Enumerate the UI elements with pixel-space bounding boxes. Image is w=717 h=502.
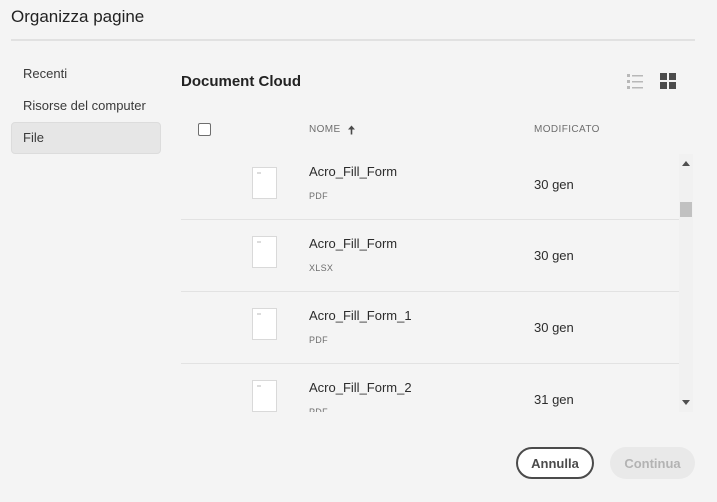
- file-type: PDF: [309, 191, 328, 201]
- file-list-scrollbar[interactable]: [679, 154, 693, 412]
- list-view-icon[interactable]: [626, 72, 644, 90]
- scroll-up-arrow-icon[interactable]: [682, 161, 690, 166]
- file-modified: 30 gen: [534, 320, 574, 335]
- view-toggle: [626, 72, 677, 90]
- file-modified: 31 gen: [534, 392, 574, 407]
- file-thumbnail: [252, 167, 277, 199]
- scrollbar-thumb[interactable]: [680, 202, 692, 217]
- table-row[interactable]: Acro_Fill_Form_1 PDF 30 gen: [181, 292, 679, 364]
- column-header-modified[interactable]: MODIFICATO: [534, 124, 600, 135]
- sort-ascending-icon: [347, 125, 355, 134]
- sidebar-item-recenti[interactable]: Recenti: [11, 58, 161, 90]
- file-type: PDF: [309, 335, 328, 345]
- select-all-checkbox[interactable]: [198, 123, 211, 136]
- column-header-name-label: NOME: [309, 124, 341, 135]
- section-title: Document Cloud: [181, 73, 301, 90]
- file-thumbnail: [252, 236, 277, 268]
- file-name: Acro_Fill_Form: [309, 164, 398, 179]
- sidebar: Recenti Risorse del computer File: [11, 58, 161, 154]
- file-modified: 30 gen: [534, 248, 574, 263]
- file-type: XLSX: [309, 263, 334, 273]
- file-modified: 30 gen: [534, 177, 574, 192]
- continue-button[interactable]: Continua: [610, 447, 695, 479]
- file-name: Acro_Fill_Form_1: [309, 308, 412, 323]
- title-divider: [11, 39, 695, 41]
- file-thumbnail: [252, 380, 277, 412]
- table-row[interactable]: Acro_Fill_Form PDF 30 gen: [181, 154, 679, 220]
- table-header: NOME MODIFICATO: [181, 116, 693, 146]
- file-list: Acro_Fill_Form PDF 30 gen Acro_Fill_Form…: [181, 154, 679, 412]
- sidebar-item-file[interactable]: File: [11, 122, 161, 154]
- dialog-title: Organizza pagine: [11, 7, 145, 26]
- column-header-name[interactable]: NOME: [309, 124, 356, 135]
- cancel-button[interactable]: Annulla: [516, 447, 594, 479]
- file-type: PDF: [309, 407, 328, 412]
- table-row[interactable]: Acro_Fill_Form_2 PDF 31 gen: [181, 364, 679, 412]
- file-name: Acro_Fill_Form_2: [309, 380, 412, 395]
- table-row[interactable]: Acro_Fill_Form XLSX 30 gen: [181, 220, 679, 292]
- file-name: Acro_Fill_Form: [309, 236, 398, 251]
- grid-view-icon[interactable]: [659, 72, 677, 90]
- file-thumbnail: [252, 308, 277, 340]
- scroll-down-arrow-icon[interactable]: [682, 400, 690, 405]
- sidebar-item-risorse-del-computer[interactable]: Risorse del computer: [11, 90, 161, 122]
